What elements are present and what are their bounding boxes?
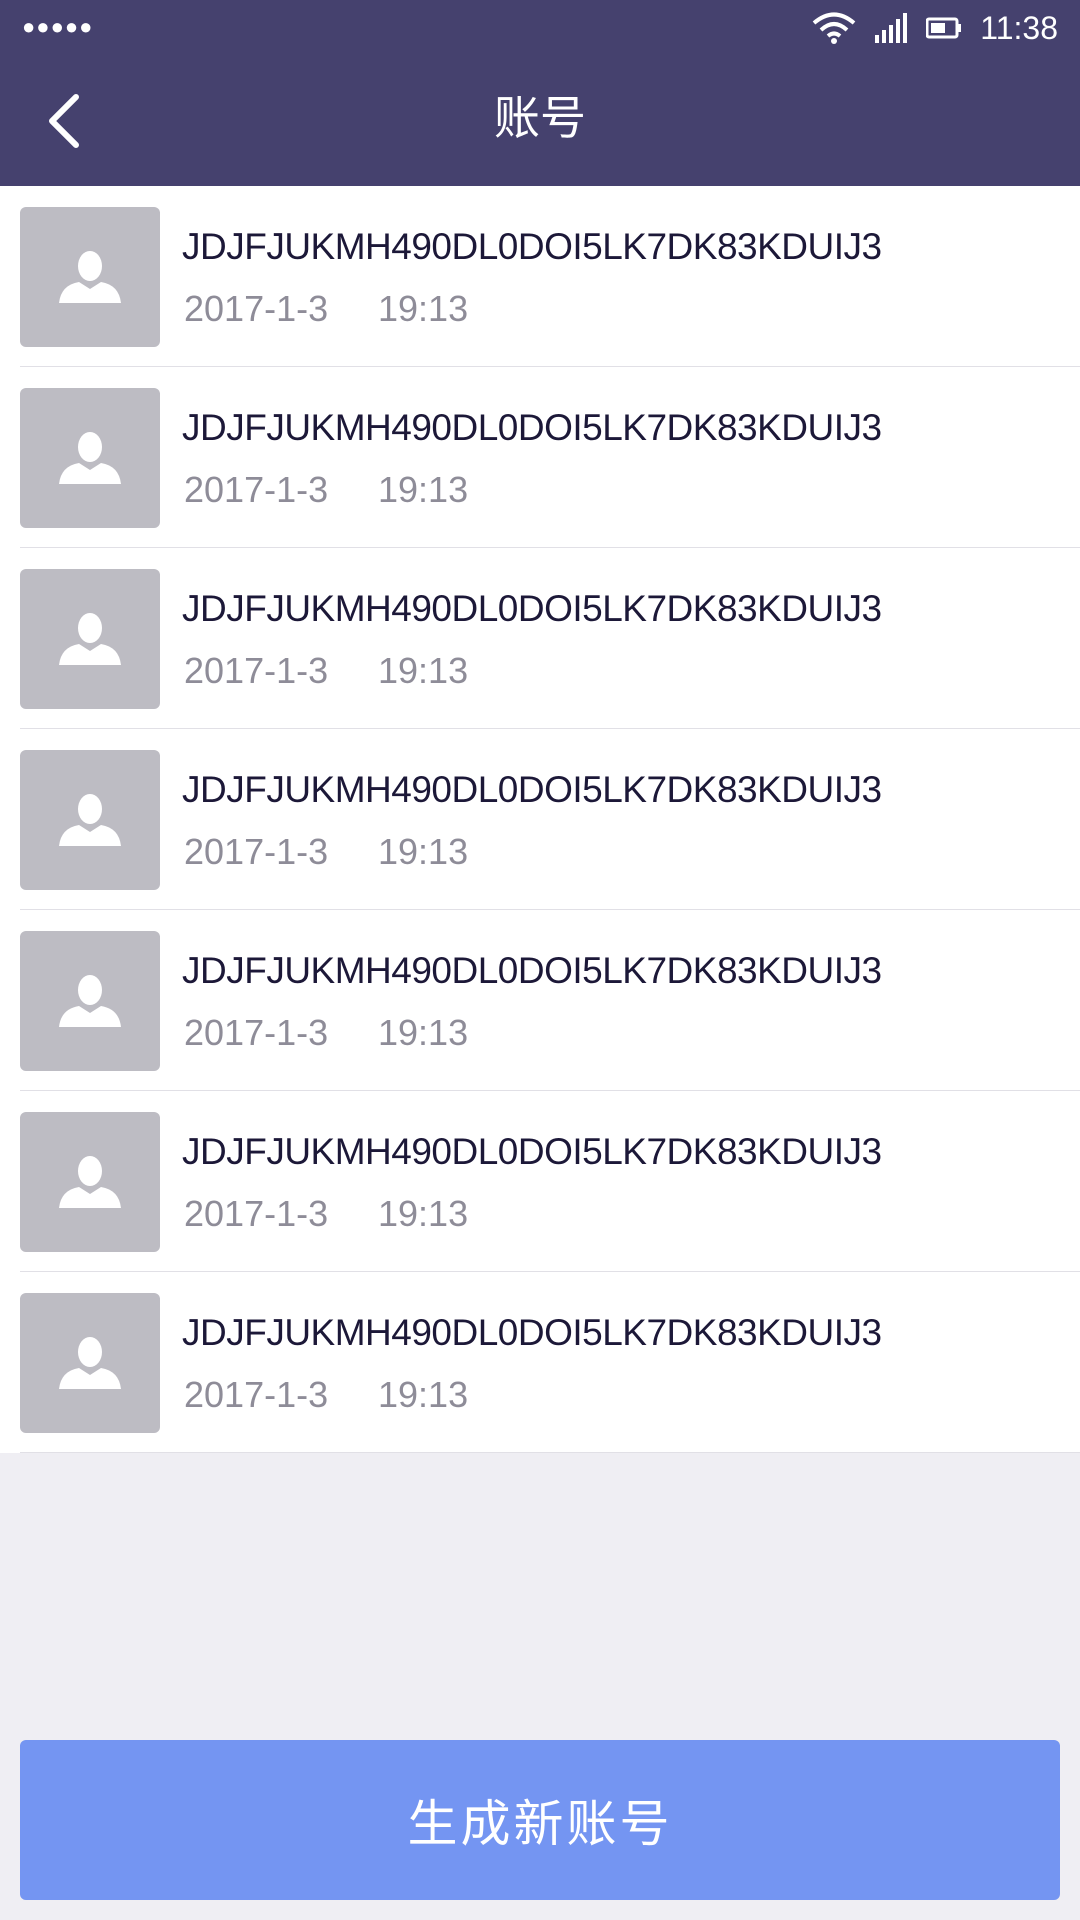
account-row[interactable]: JDJFJUKMH490DL0DOI5LK7DK83KDUIJ3 2017-1-3… [20,548,1080,729]
nav-bar: 账号 [0,56,1080,186]
account-row[interactable]: JDJFJUKMH490DL0DOI5LK7DK83KDUIJ3 2017-1-3… [20,729,1080,910]
account-id: JDJFJUKMH490DL0DOI5LK7DK83KDUIJ3 [182,407,882,448]
user-icon [59,794,121,846]
account-id: JDJFJUKMH490DL0DOI5LK7DK83KDUIJ3 [182,1131,882,1172]
user-icon [59,251,121,303]
cell-signal-icon [875,13,908,43]
avatar [20,931,160,1071]
avatar [20,750,160,890]
avatar [20,1293,160,1433]
account-id: JDJFJUKMH490DL0DOI5LK7DK83KDUIJ3 [182,950,882,991]
account-list: JDJFJUKMH490DL0DOI5LK7DK83KDUIJ3 2017-1-3… [0,186,1080,1453]
account-time: 19:13 [378,288,469,329]
battery-icon [926,17,962,39]
generate-account-label: 生成新账号 [407,1796,673,1852]
status-bar: ●●●●● 11:38 [0,0,1080,56]
user-icon [59,1337,121,1389]
status-time: 11:38 [980,9,1058,46]
top-bar: ●●●●● 11:38 账号 [0,0,1080,186]
page-title: 账号 [494,92,586,144]
account-id: JDJFJUKMH490DL0DOI5LK7DK83KDUIJ3 [182,588,882,629]
account-time: 19:13 [378,650,469,691]
avatar [20,569,160,709]
account-time: 19:13 [378,1012,469,1053]
avatar [20,388,160,528]
account-id: JDJFJUKMH490DL0DOI5LK7DK83KDUIJ3 [182,1312,882,1353]
account-date: 2017-1-3 [184,1012,329,1053]
user-icon [59,432,121,484]
account-id: JDJFJUKMH490DL0DOI5LK7DK83KDUIJ3 [182,226,882,267]
account-id: JDJFJUKMH490DL0DOI5LK7DK83KDUIJ3 [182,769,882,810]
wifi-icon [813,12,856,44]
user-icon [59,975,121,1027]
signal-dots: ●●●●● [22,14,94,39]
account-date: 2017-1-3 [184,1193,329,1234]
account-date: 2017-1-3 [184,288,329,329]
account-date: 2017-1-3 [184,831,329,872]
account-row[interactable]: JDJFJUKMH490DL0DOI5LK7DK83KDUIJ3 2017-1-3… [20,367,1080,548]
account-date: 2017-1-3 [184,469,329,510]
account-date: 2017-1-3 [184,1374,329,1415]
generate-account-button[interactable]: 生成新账号 [20,1740,1060,1900]
account-time: 19:13 [378,1374,469,1415]
account-date: 2017-1-3 [184,650,329,691]
avatar [20,207,160,347]
account-row[interactable]: JDJFJUKMH490DL0DOI5LK7DK83KDUIJ3 2017-1-3… [20,186,1080,367]
account-time: 19:13 [378,1193,469,1234]
account-time: 19:13 [378,831,469,872]
account-time: 19:13 [378,469,469,510]
account-row[interactable]: JDJFJUKMH490DL0DOI5LK7DK83KDUIJ3 2017-1-3… [20,1091,1080,1272]
account-row[interactable]: JDJFJUKMH490DL0DOI5LK7DK83KDUIJ3 2017-1-3… [20,1272,1080,1453]
user-icon [59,613,121,665]
user-icon [59,1156,121,1208]
account-row[interactable]: JDJFJUKMH490DL0DOI5LK7DK83KDUIJ3 2017-1-3… [20,910,1080,1091]
status-icons: 11:38 [812,8,1058,48]
avatar [20,1112,160,1252]
